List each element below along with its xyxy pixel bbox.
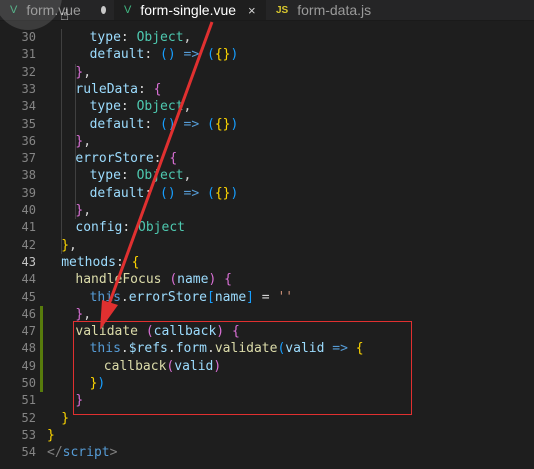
annotation-arrow: [100, 21, 214, 330]
